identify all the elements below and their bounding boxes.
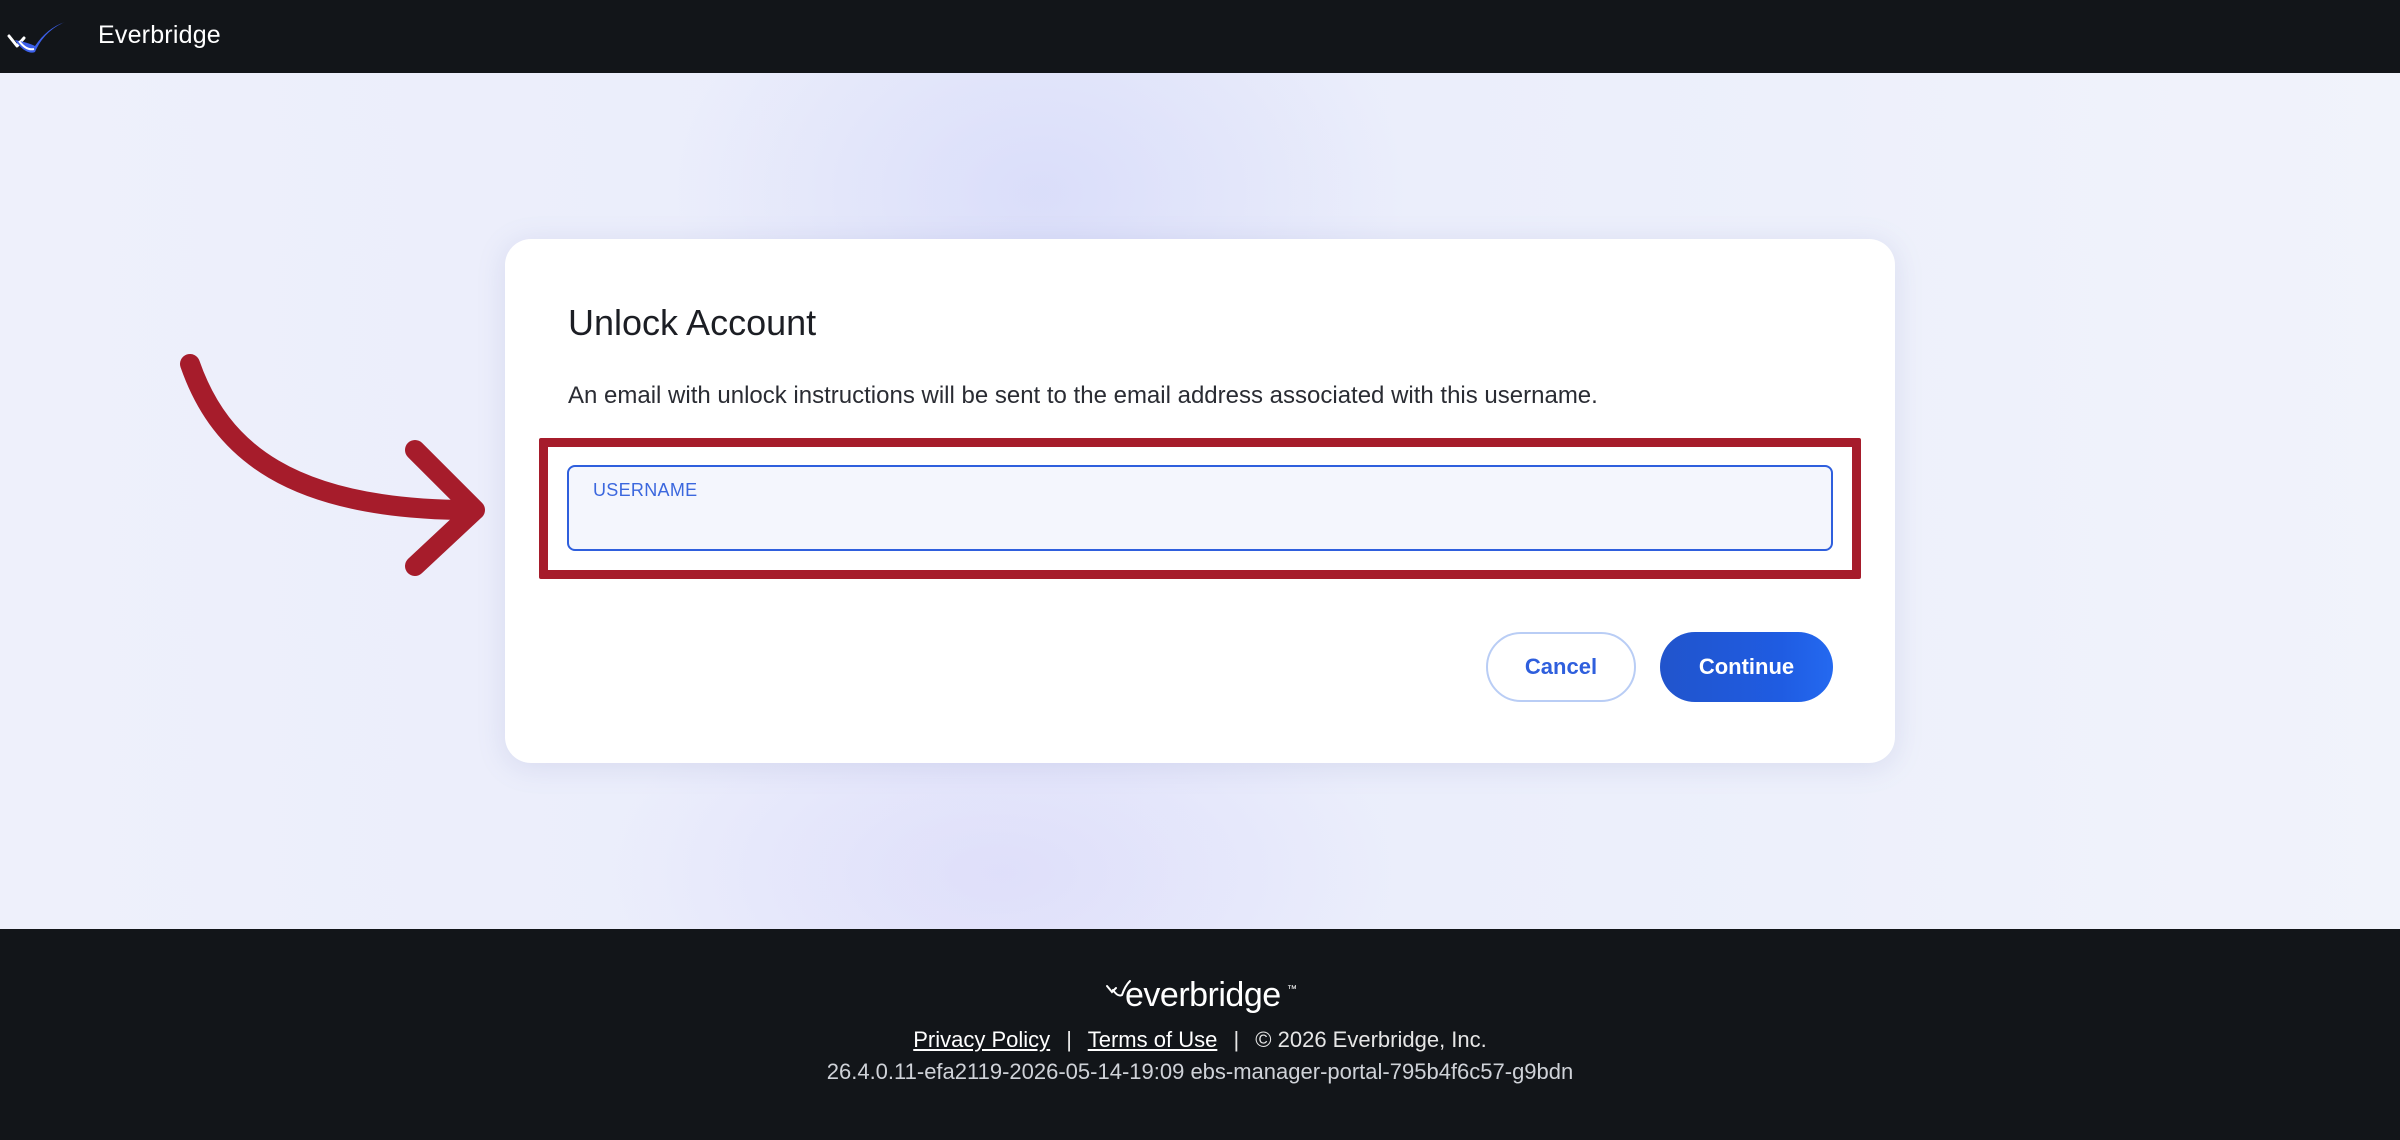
continue-button[interactable]: Continue bbox=[1660, 632, 1833, 702]
cancel-button[interactable]: Cancel bbox=[1486, 632, 1636, 702]
footer-separator: | bbox=[1233, 1027, 1240, 1052]
page-title: Unlock Account bbox=[568, 302, 817, 343]
everbridge-logo-icon[interactable] bbox=[5, 16, 67, 58]
username-field[interactable]: USERNAME bbox=[567, 465, 1833, 551]
footer-links: Privacy Policy | Terms of Use | © 2026 E… bbox=[0, 1027, 2400, 1053]
username-value-obscured bbox=[591, 507, 831, 533]
privacy-policy-link[interactable]: Privacy Policy bbox=[913, 1027, 1050, 1052]
footer-separator: | bbox=[1066, 1027, 1073, 1052]
top-bar: Everbridge bbox=[0, 0, 2400, 73]
app-name: Everbridge bbox=[98, 21, 221, 49]
username-label: USERNAME bbox=[593, 480, 698, 500]
card-description: An email with unlock instructions will b… bbox=[568, 382, 1598, 409]
footer-logo-trademark: ™ bbox=[1287, 984, 1297, 995]
footer-logo-text: everbridge bbox=[1125, 976, 1281, 1014]
curved-arrow-icon bbox=[180, 354, 485, 576]
version-text: 26.4.0.11-efa2119-2026-05-14-19:09 ebs-m… bbox=[826, 1059, 1574, 1084]
copyright-text: © 2026 Everbridge, Inc. bbox=[1255, 1027, 1487, 1052]
terms-of-use-link[interactable]: Terms of Use bbox=[1088, 1027, 1218, 1052]
